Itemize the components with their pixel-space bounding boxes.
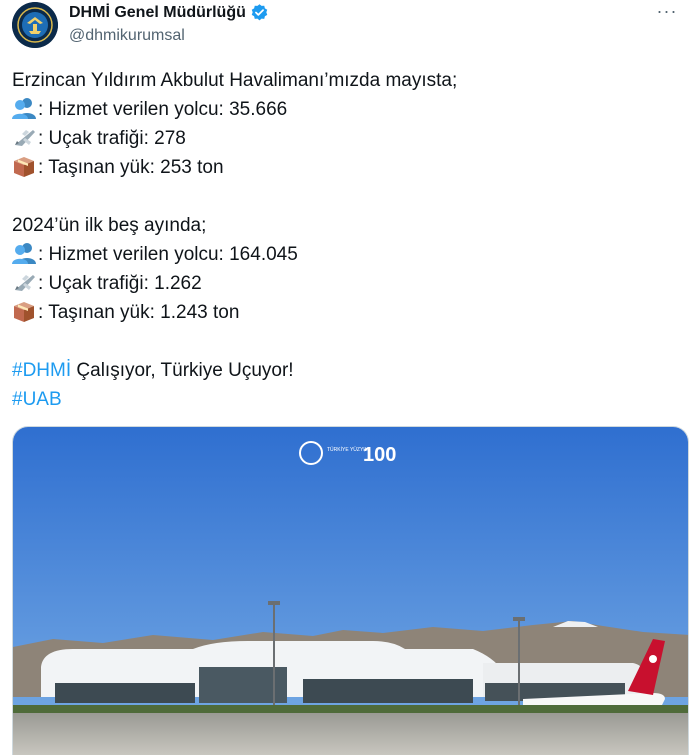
stat-line: : Uçak trafiği: 1.262 xyxy=(12,269,684,298)
stat-text: : Taşınan yük: 1.243 ton xyxy=(38,302,240,323)
more-options-icon[interactable]: ··· xyxy=(652,2,682,24)
stat-line: : Hizmet verilen yolcu: 35.666 xyxy=(12,95,684,124)
ytd-intro: 2024’ün ilk beş ayında; xyxy=(12,215,207,236)
display-name[interactable]: DHMİ Genel Müdürlüğü xyxy=(69,4,246,22)
display-name-row: DHMİ Genel Müdürlüğü xyxy=(69,3,269,22)
stat-text: : Uçak trafiği: 278 xyxy=(38,128,186,149)
stat-text: : Hizmet verilen yolcu: 164.045 xyxy=(38,244,298,265)
hashtag-uab[interactable]: #UAB xyxy=(12,389,62,410)
tweet-header: DHMİ Genel Müdürlüğü @dhmikurumsal ··· xyxy=(12,2,684,48)
stat-line: : Taşınan yük: 253 ton xyxy=(12,153,684,182)
passengers-icon xyxy=(12,98,36,119)
logo-right-text: 100 xyxy=(363,444,396,466)
cargo-box-icon xyxy=(14,302,34,322)
tweet-intro: Erzincan Yıldırım Akbulut Havalimanı’mız… xyxy=(12,70,458,91)
passengers-icon xyxy=(12,243,36,264)
stat-line: : Taşınan yük: 1.243 ton xyxy=(12,298,684,327)
stat-text: : Hizmet verilen yolcu: 35.666 xyxy=(38,99,288,120)
verified-badge-icon xyxy=(251,4,268,21)
tweet-image[interactable]: TÜRKİYE YÜZYILI 100 xyxy=(12,426,689,755)
closing-line: #DHMİ Çalışıyor, Türkiye Uçuyor! xyxy=(12,356,684,385)
tweet-text: Erzincan Yıldırım Akbulut Havalimanı’mız… xyxy=(12,66,684,414)
airplane-icon xyxy=(15,130,35,146)
avatar[interactable] xyxy=(12,2,58,48)
cargo-box-icon xyxy=(14,157,34,177)
stat-line: : Uçak trafiği: 278 xyxy=(12,124,684,153)
stat-line: : Hizmet verilen yolcu: 164.045 xyxy=(12,240,684,269)
airplane-icon xyxy=(15,275,35,291)
closing-text: Çalışıyor, Türkiye Uçuyor! xyxy=(71,360,294,381)
stat-text: : Taşınan yük: 253 ton xyxy=(38,157,224,178)
account-handle[interactable]: @dhmikurumsal xyxy=(69,27,185,45)
stat-text: : Uçak trafiği: 1.262 xyxy=(38,273,202,294)
hashtag-line: #UAB xyxy=(12,385,684,414)
hashtag-dhmi[interactable]: #DHMİ xyxy=(12,360,71,381)
dhmi-logo-icon xyxy=(12,2,58,48)
airport-photo: TÜRKİYE YÜZYILI 100 xyxy=(13,427,688,755)
